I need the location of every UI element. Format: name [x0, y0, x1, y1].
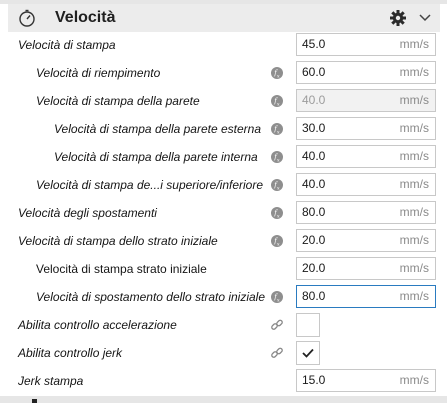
- initial-layer-travel-speed-input[interactable]: 80.0 mm/s: [296, 285, 436, 308]
- jerk-control-checkbox[interactable]: [296, 341, 320, 365]
- link-icon[interactable]: [270, 346, 284, 360]
- field-unit: mm/s: [399, 149, 429, 163]
- infill-speed-input[interactable]: 60.0 mm/s: [296, 61, 436, 84]
- field-unit: mm/s: [399, 261, 429, 275]
- setting-label: Abilita controllo jerk: [18, 346, 123, 360]
- field-unit: mm/s: [399, 121, 429, 135]
- field-value: 20.0: [302, 261, 326, 275]
- field-value: 80.0: [302, 205, 326, 219]
- field-value: 15.0: [302, 373, 326, 387]
- function-icon[interactable]: fx: [271, 151, 283, 163]
- field-value: 60.0: [302, 65, 326, 79]
- field-value: 40.0: [302, 177, 326, 191]
- top-bottom-speed-input[interactable]: 40.0 mm/s: [296, 173, 436, 196]
- field-value: 30.0: [302, 121, 326, 135]
- field-value: 80.0: [302, 289, 326, 303]
- setting-row-top-bottom-speed: Velocità di stampa de...i superiore/infe…: [0, 171, 447, 199]
- field-unit: mm/s: [399, 177, 429, 191]
- field-unit: mm/s: [399, 233, 429, 247]
- section-header-speed[interactable]: Velocità: [8, 4, 440, 32]
- field-unit: mm/s: [399, 205, 429, 219]
- print-jerk-input[interactable]: 15.0 mm/s: [296, 369, 436, 392]
- function-icon[interactable]: fx: [271, 235, 283, 247]
- field-unit: mm/s: [399, 373, 429, 387]
- function-icon[interactable]: fx: [271, 207, 283, 219]
- gear-icon[interactable]: [389, 9, 407, 27]
- section-title: Velocità: [55, 9, 116, 26]
- field-value: 40.0: [302, 149, 326, 163]
- setting-label: Velocità di spostamento dello strato ini…: [36, 290, 266, 304]
- setting-label: Velocità di riempimento: [36, 66, 161, 80]
- setting-row-acceleration-control: Abilita controllo accelerazione: [0, 311, 447, 339]
- initial-layer-print-speed-input[interactable]: 20.0 mm/s: [296, 257, 436, 280]
- function-icon[interactable]: fx: [271, 179, 283, 191]
- inner-wall-speed-input[interactable]: 40.0 mm/s: [296, 145, 436, 168]
- setting-label: Jerk stampa: [18, 374, 84, 388]
- field-unit: mm/s: [399, 37, 429, 51]
- setting-row-wall-speed: Velocità di stampa della parete fx 40.0 …: [0, 87, 447, 115]
- setting-label: Velocità degli spostamenti: [18, 206, 157, 220]
- setting-row-outer-wall-speed: Velocità di stampa della parete esterna …: [0, 115, 447, 143]
- setting-row-initial-layer-speed: Velocità di stampa dello strato iniziale…: [0, 227, 447, 255]
- field-value: 40.0: [302, 93, 326, 107]
- field-value: 45.0: [302, 37, 326, 51]
- chevron-down-icon[interactable]: [418, 11, 432, 25]
- setting-row-infill-speed: Velocità di riempimento fx 60.0 mm/s: [0, 59, 447, 87]
- stopwatch-icon: [19, 9, 35, 27]
- setting-label: Velocità di stampa della parete interna: [54, 150, 258, 164]
- setting-row-inner-wall-speed: Velocità di stampa della parete interna …: [0, 143, 447, 171]
- wall-speed-input[interactable]: 40.0 mm/s: [296, 89, 436, 112]
- setting-label: Velocità di stampa: [18, 38, 116, 52]
- setting-label: Velocità di stampa de...i superiore/infe…: [36, 178, 264, 192]
- travel-speed-input[interactable]: 80.0 mm/s: [296, 201, 436, 224]
- field-unit: mm/s: [399, 289, 429, 303]
- bottom-divider: [0, 396, 447, 403]
- setting-label: Velocità di stampa strato iniziale: [36, 262, 207, 276]
- initial-layer-speed-input[interactable]: 20.0 mm/s: [296, 229, 436, 252]
- setting-label: Velocità di stampa dello strato iniziale: [18, 234, 218, 248]
- acceleration-control-checkbox[interactable]: [296, 313, 320, 337]
- outer-wall-speed-input[interactable]: 30.0 mm/s: [296, 117, 436, 140]
- function-icon[interactable]: fx: [271, 123, 283, 135]
- field-value: 20.0: [302, 233, 326, 247]
- setting-row-initial-layer-print-speed: Velocità di stampa strato iniziale 20.0 …: [0, 255, 447, 283]
- function-icon[interactable]: fx: [271, 291, 283, 303]
- setting-row-travel-speed: Velocità degli spostamenti fx 80.0 mm/s: [0, 199, 447, 227]
- setting-row-initial-layer-travel-speed: Velocità di spostamento dello strato ini…: [0, 283, 447, 311]
- scroll-marker: [32, 399, 37, 403]
- setting-label: Abilita controllo accelerazione: [18, 318, 177, 332]
- function-icon[interactable]: fx: [271, 95, 283, 107]
- print-settings-panel: Velocità Velocità di stampa 45.0 mm/s Ve…: [0, 0, 447, 403]
- checkmark-icon: [302, 348, 314, 358]
- setting-label: Velocità di stampa della parete esterna: [54, 122, 262, 136]
- print-speed-input[interactable]: 45.0 mm/s: [296, 33, 436, 56]
- field-unit: mm/s: [399, 65, 429, 79]
- setting-row-print-jerk: Jerk stampa 15.0 mm/s: [0, 367, 447, 395]
- setting-row-print-speed: Velocità di stampa 45.0 mm/s: [0, 31, 447, 59]
- function-icon[interactable]: fx: [271, 67, 283, 79]
- setting-row-jerk-control: Abilita controllo jerk: [0, 339, 447, 367]
- setting-label: Velocità di stampa della parete: [36, 94, 200, 108]
- field-unit: mm/s: [399, 93, 429, 107]
- link-icon[interactable]: [270, 318, 284, 332]
